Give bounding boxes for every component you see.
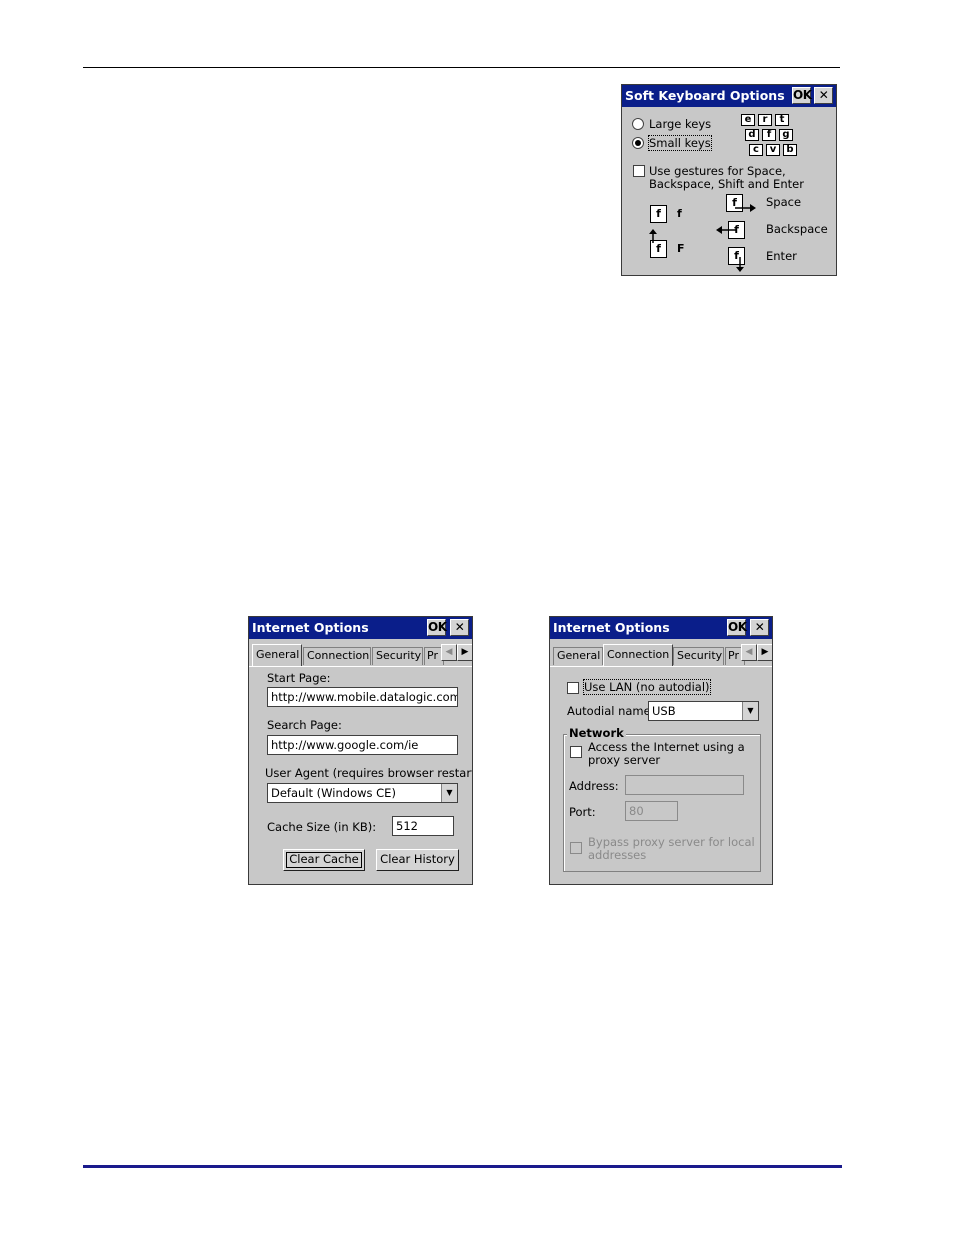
start-page-label: Start Page:: [267, 671, 331, 685]
close-icon[interactable]: ✕: [750, 619, 769, 636]
key-b: b: [783, 144, 797, 156]
clear-history-button[interactable]: Clear History: [376, 849, 459, 871]
bypass-proxy-label-2: addresses: [588, 848, 647, 862]
chevron-down-icon[interactable]: ▼: [742, 702, 758, 720]
port-label: Port:: [569, 805, 596, 819]
large-keys-label[interactable]: Large keys: [649, 117, 711, 131]
title-bar: Internet Options OK ✕: [249, 617, 472, 639]
gesture-upper-label: F: [677, 242, 685, 255]
autodial-name-value: USB: [652, 704, 676, 718]
internet-options-general-window: Internet Options OK ✕ General Connection…: [248, 616, 473, 885]
network-legend: Network: [567, 726, 626, 740]
bypass-proxy-checkbox[interactable]: [570, 842, 582, 854]
proxy-checkbox[interactable]: [570, 746, 582, 758]
right-arrow-icon: [735, 204, 756, 212]
left-arrow-icon: [716, 226, 736, 234]
key-v: v: [766, 144, 780, 156]
window-title: Internet Options: [252, 620, 369, 635]
window-title: Soft Keyboard Options: [625, 88, 785, 103]
key-c: c: [749, 144, 763, 156]
start-page-input[interactable]: http://www.mobile.datalogic.com: [267, 687, 458, 707]
use-lan-checkbox[interactable]: [567, 682, 579, 694]
use-lan-label[interactable]: Use LAN (no autodial): [583, 679, 711, 695]
soft-keyboard-options-window: Soft Keyboard Options OK ✕ Large keys Sm…: [621, 84, 837, 276]
proxy-label-2: proxy server: [588, 753, 661, 767]
search-page-label: Search Page:: [267, 718, 342, 732]
large-keys-radio[interactable]: [632, 118, 644, 130]
ok-button[interactable]: OK: [427, 619, 447, 636]
key-t: t: [775, 114, 789, 126]
window-title: Internet Options: [553, 620, 670, 635]
tab-connection[interactable]: Connection: [303, 647, 371, 665]
key-e: e: [741, 114, 755, 126]
cache-size-label: Cache Size (in KB):: [267, 820, 377, 834]
close-icon[interactable]: ✕: [450, 619, 469, 636]
tab-scroll-right-icon[interactable]: ▶: [757, 644, 772, 661]
header-rule: [83, 67, 840, 68]
key-f: f: [762, 129, 776, 141]
tab-strip: General Connection Security Pr ◀ ▶: [249, 644, 472, 667]
enter-label: Enter: [766, 249, 797, 263]
tab-security[interactable]: Security: [372, 647, 423, 665]
ok-button[interactable]: OK: [792, 87, 812, 104]
address-input[interactable]: [625, 775, 744, 795]
backspace-label: Backspace: [766, 222, 828, 236]
key-r: r: [758, 114, 772, 126]
small-keys-label[interactable]: Small keys: [648, 135, 712, 151]
use-gestures-label-2: Backspace, Shift and Enter: [649, 177, 804, 191]
autodial-name-select[interactable]: USB ▼: [648, 701, 759, 721]
bypass-proxy-label[interactable]: Bypass proxy server for local: [588, 835, 755, 849]
user-agent-label: User Agent (requires browser restart):: [265, 766, 473, 780]
tab-security[interactable]: Security: [673, 647, 724, 665]
title-bar: Soft Keyboard Options OK ✕: [622, 85, 836, 107]
port-input[interactable]: 80: [625, 801, 678, 821]
use-gestures-checkbox[interactable]: [633, 165, 645, 177]
space-label: Space: [766, 195, 802, 209]
key-g: g: [779, 129, 793, 141]
tab-connection[interactable]: Connection: [603, 644, 673, 666]
tab-scroll-left-icon[interactable]: ◀: [741, 644, 757, 661]
gesture-lower-label: f: [677, 207, 682, 220]
autodial-name-label: Autodial name:: [567, 704, 655, 718]
down-arrow-icon: [736, 257, 744, 272]
title-bar: Internet Options OK ✕: [550, 617, 772, 639]
tab-scroll-left-icon[interactable]: ◀: [441, 644, 457, 661]
address-label: Address:: [569, 779, 619, 793]
chevron-down-icon[interactable]: ▼: [441, 784, 457, 802]
internet-options-connection-window: Internet Options OK ✕ General Connection…: [549, 616, 773, 885]
small-keys-radio[interactable]: [632, 137, 644, 149]
close-icon[interactable]: ✕: [814, 87, 833, 104]
clear-cache-button[interactable]: Clear Cache: [283, 849, 365, 871]
use-gestures-label[interactable]: Use gestures for Space,: [649, 164, 786, 178]
proxy-label[interactable]: Access the Internet using a: [588, 740, 745, 754]
tab-strip: General Connection Security Pr ◀ ▶: [550, 644, 772, 667]
user-agent-value: Default (Windows CE): [271, 786, 396, 800]
up-arrow-icon: [649, 229, 657, 243]
gesture-lower-f-icon: f: [650, 205, 667, 223]
footer-rule: [83, 1165, 842, 1168]
search-page-input[interactable]: http://www.google.com/ie: [267, 735, 458, 755]
key-d: d: [745, 129, 759, 141]
tab-general[interactable]: General: [553, 647, 603, 665]
user-agent-select[interactable]: Default (Windows CE) ▼: [267, 783, 458, 803]
cache-size-input[interactable]: 512: [392, 816, 454, 836]
tab-scroll-right-icon[interactable]: ▶: [457, 644, 472, 661]
tab-general[interactable]: General: [252, 644, 302, 666]
ok-button[interactable]: OK: [727, 619, 747, 636]
